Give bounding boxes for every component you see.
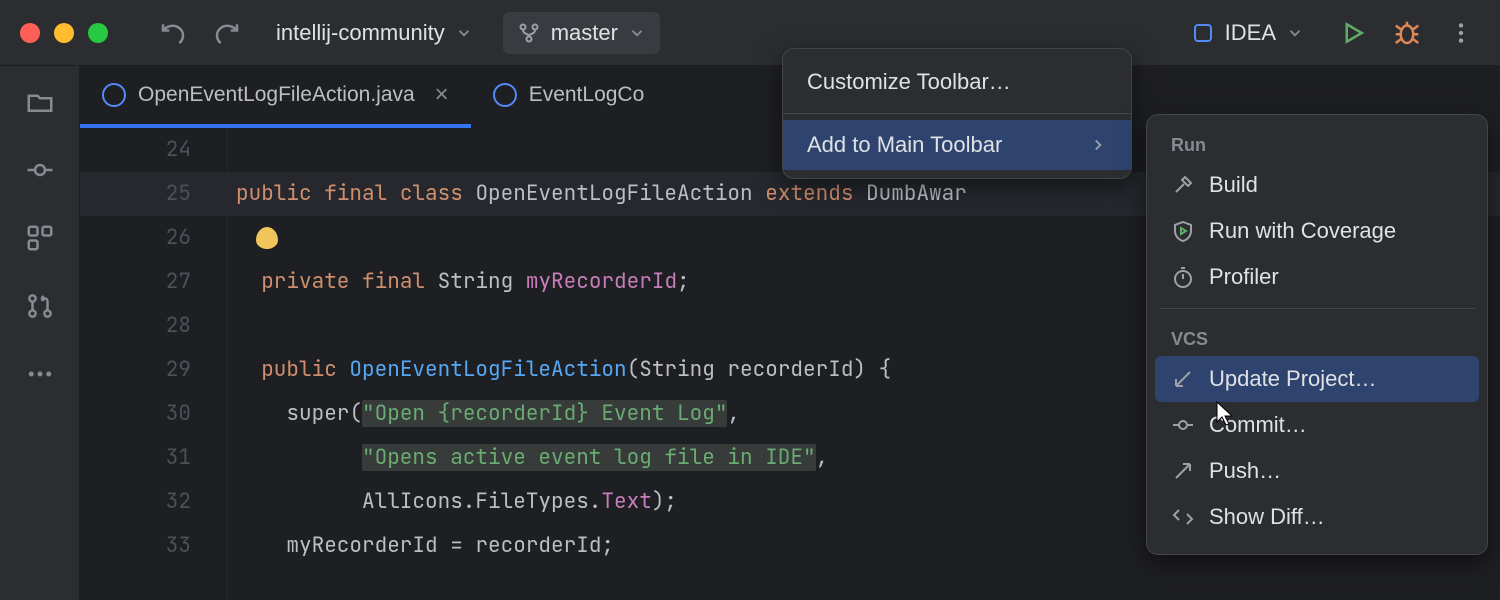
submenu-label: Push… bbox=[1209, 458, 1281, 484]
run-coverage-item[interactable]: Run with Coverage bbox=[1155, 208, 1479, 254]
branch-label: master bbox=[551, 20, 618, 46]
build-item[interactable]: Build bbox=[1155, 162, 1479, 208]
maximize-window-button[interactable] bbox=[88, 23, 108, 43]
pull-requests-tool-button[interactable] bbox=[24, 290, 56, 322]
add-to-toolbar-item[interactable]: Add to Main Toolbar bbox=[783, 120, 1131, 170]
run-config-icon bbox=[1191, 21, 1215, 45]
titlebar: intellij-community master IDEA bbox=[0, 0, 1500, 66]
update-icon bbox=[1171, 367, 1195, 391]
branch-icon bbox=[517, 21, 541, 45]
line-number: 25 bbox=[80, 172, 191, 216]
run-button[interactable] bbox=[1334, 14, 1372, 52]
more-horizontal-icon bbox=[25, 359, 55, 389]
editor-tab[interactable]: EventLogCo bbox=[471, 66, 667, 128]
play-icon bbox=[1338, 18, 1368, 48]
submenu-label: Build bbox=[1209, 172, 1258, 198]
lightbulb-icon[interactable] bbox=[256, 227, 278, 249]
diff-icon bbox=[1171, 505, 1195, 529]
project-tool-button[interactable] bbox=[24, 86, 56, 118]
chevron-down-icon bbox=[1286, 24, 1304, 42]
profiler-item[interactable]: Profiler bbox=[1155, 254, 1479, 300]
menu-item-label: Customize Toolbar… bbox=[807, 69, 1011, 95]
chevron-down-icon bbox=[455, 24, 473, 42]
customize-toolbar-item[interactable]: Customize Toolbar… bbox=[783, 57, 1131, 107]
line-number: 28 bbox=[80, 304, 191, 348]
commit-item[interactable]: Commit… bbox=[1155, 402, 1479, 448]
menu-item-label: Add to Main Toolbar bbox=[807, 132, 1002, 158]
structure-icon bbox=[25, 223, 55, 253]
folder-icon bbox=[25, 87, 55, 117]
menu-separator bbox=[783, 113, 1131, 114]
submenu-label: Show Diff… bbox=[1209, 504, 1325, 530]
chevron-right-icon bbox=[1089, 136, 1107, 154]
redo-button[interactable] bbox=[208, 14, 246, 52]
project-label: intellij-community bbox=[276, 20, 445, 46]
java-class-icon bbox=[102, 83, 126, 107]
line-number: 29 bbox=[80, 348, 191, 392]
submenu-section-header: Run bbox=[1155, 123, 1479, 162]
more-button[interactable] bbox=[1442, 14, 1480, 52]
line-number: 27 bbox=[80, 260, 191, 304]
commit-icon bbox=[25, 155, 55, 185]
redo-icon bbox=[212, 18, 242, 48]
window-controls bbox=[20, 23, 108, 43]
minimize-window-button[interactable] bbox=[54, 23, 74, 43]
push-item[interactable]: Push… bbox=[1155, 448, 1479, 494]
editor-tab[interactable]: OpenEventLogFileAction.java × bbox=[80, 66, 471, 128]
undo-icon bbox=[158, 18, 188, 48]
menu-separator bbox=[1159, 308, 1475, 309]
submenu-section-header: VCS bbox=[1155, 317, 1479, 356]
tab-label: OpenEventLogFileAction.java bbox=[138, 83, 415, 107]
line-number: 33 bbox=[80, 524, 191, 568]
update-project-item[interactable]: Update Project… bbox=[1155, 356, 1479, 402]
mouse-cursor-icon bbox=[1215, 400, 1235, 428]
add-to-toolbar-submenu: Run Build Run with Coverage Profiler VCS… bbox=[1146, 114, 1488, 555]
chevron-down-icon bbox=[628, 24, 646, 42]
more-tools-button[interactable] bbox=[24, 358, 56, 390]
shield-play-icon bbox=[1171, 219, 1195, 243]
commit-tool-button[interactable] bbox=[24, 154, 56, 186]
line-number: 24 bbox=[80, 128, 191, 172]
stopwatch-icon bbox=[1171, 265, 1195, 289]
structure-tool-button[interactable] bbox=[24, 222, 56, 254]
branch-dropdown[interactable]: master bbox=[503, 12, 660, 54]
line-number: 26 bbox=[80, 216, 191, 260]
submenu-label: Profiler bbox=[1209, 264, 1279, 290]
close-window-button[interactable] bbox=[20, 23, 40, 43]
tool-rail bbox=[0, 66, 80, 600]
line-number: 30 bbox=[80, 392, 191, 436]
show-diff-item[interactable]: Show Diff… bbox=[1155, 494, 1479, 540]
submenu-label: Update Project… bbox=[1209, 366, 1377, 392]
undo-button[interactable] bbox=[154, 14, 192, 52]
gutter: 24 25 26 27 28 29 30 31 32 33 bbox=[80, 128, 228, 600]
submenu-label: Run with Coverage bbox=[1209, 218, 1396, 244]
hammer-icon bbox=[1171, 173, 1195, 197]
line-number: 32 bbox=[80, 480, 191, 524]
project-dropdown[interactable]: intellij-community bbox=[262, 12, 487, 54]
run-config-label: IDEA bbox=[1225, 20, 1276, 46]
debug-button[interactable] bbox=[1388, 14, 1426, 52]
bug-icon bbox=[1392, 18, 1422, 48]
line-number: 31 bbox=[80, 436, 191, 480]
tab-label: EventLogCo bbox=[529, 83, 645, 107]
toolbar-context-menu: Customize Toolbar… Add to Main Toolbar bbox=[782, 48, 1132, 179]
close-tab-button[interactable]: × bbox=[435, 81, 449, 109]
commit-icon bbox=[1171, 413, 1195, 437]
pull-request-icon bbox=[25, 291, 55, 321]
more-vertical-icon bbox=[1448, 20, 1474, 46]
run-config-dropdown[interactable]: IDEA bbox=[1177, 12, 1318, 54]
push-icon bbox=[1171, 459, 1195, 483]
java-class-icon bbox=[493, 83, 517, 107]
